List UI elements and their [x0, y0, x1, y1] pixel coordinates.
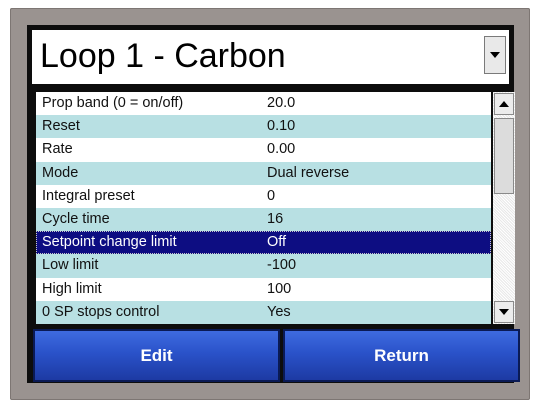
param-value: 0.10 — [267, 118, 296, 135]
param-value: Yes — [267, 303, 291, 320]
param-value: -100 — [267, 257, 297, 274]
param-label: High limit — [42, 280, 102, 297]
param-label: Cycle time — [42, 210, 110, 227]
list-item[interactable]: Prop band (0 = on/off) 20.0 — [36, 92, 491, 116]
arrow-down-icon — [499, 309, 509, 315]
chevron-down-icon — [490, 52, 500, 58]
list-item[interactable]: Low limit -100 — [36, 254, 491, 278]
list-item[interactable]: Rate 0.00 — [36, 138, 491, 162]
param-value: Dual reverse — [267, 164, 350, 181]
list-item[interactable]: High limit 100 — [36, 277, 491, 301]
scroll-down-button[interactable] — [494, 301, 514, 323]
loop-dropdown-button[interactable] — [484, 36, 506, 74]
param-label: Mode — [42, 164, 79, 181]
list-item[interactable]: Reset 0.10 — [36, 115, 491, 139]
param-label: Low limit — [42, 257, 99, 274]
loop-title: Loop 1 - Carbon — [40, 37, 286, 75]
param-value: 0 — [267, 187, 276, 204]
param-label: Integral preset — [42, 187, 135, 204]
param-value: 20.0 — [267, 95, 296, 111]
list-item[interactable]: 0 SP stops control Yes — [36, 300, 491, 324]
param-value: 16 — [267, 210, 284, 227]
list-item[interactable]: Integral preset 0 — [36, 184, 491, 208]
scroll-thumb[interactable] — [494, 118, 514, 194]
param-label: Reset — [42, 118, 80, 135]
param-value: Off — [267, 234, 287, 251]
scroll-up-button[interactable] — [494, 93, 514, 115]
list-item[interactable]: Mode Dual reverse — [36, 161, 491, 185]
parameter-list[interactable]: Prop band (0 = on/off) 20.0 Reset 0.10 Rat… — [36, 92, 491, 324]
return-button[interactable]: Return — [283, 329, 520, 382]
param-label: Setpoint change limit — [42, 234, 177, 251]
list-scrollbar[interactable] — [493, 92, 515, 324]
param-label: 0 SP stops control — [42, 303, 160, 320]
arrow-up-icon — [499, 101, 509, 107]
list-item-selected[interactable]: Setpoint change limit Off — [36, 231, 491, 255]
loop-selector[interactable]: Loop 1 - Carbon — [32, 30, 509, 84]
param-value: 100 — [267, 280, 292, 297]
param-value: 0.00 — [267, 141, 296, 158]
list-item[interactable]: Cycle time 16 — [36, 207, 491, 232]
param-label: Prop band (0 = on/off) — [42, 95, 184, 111]
edit-button[interactable]: Edit — [33, 329, 280, 382]
param-label: Rate — [42, 141, 73, 158]
